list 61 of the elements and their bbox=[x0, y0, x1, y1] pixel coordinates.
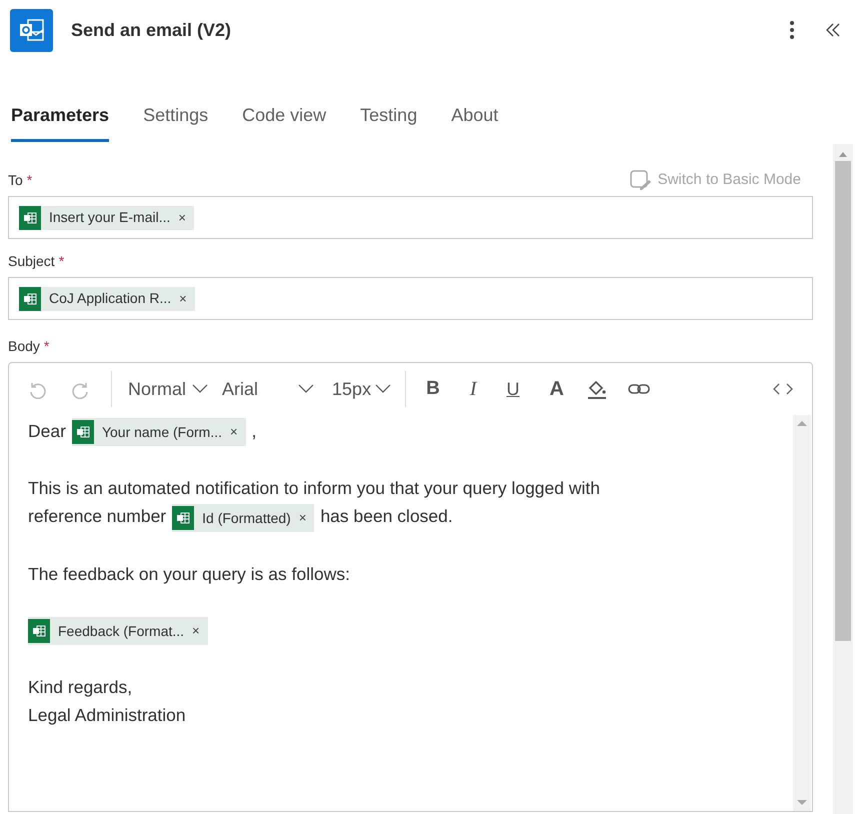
code-view-icon[interactable] bbox=[772, 382, 794, 396]
token-label: Insert your E-mail... bbox=[49, 208, 170, 227]
token-label: Id (Formatted) bbox=[202, 508, 291, 528]
tab[interactable]: Testing bbox=[360, 102, 418, 142]
excel-icon bbox=[28, 619, 50, 644]
body-text: reference number bbox=[28, 506, 166, 526]
body-text: The feedback on your query is as follows: bbox=[28, 564, 350, 584]
body-text: Kind regards, bbox=[28, 677, 132, 698]
excel-icon bbox=[172, 506, 194, 530]
dynamic-token[interactable]: Feedback (Format... × bbox=[28, 617, 208, 646]
underline-button[interactable]: U bbox=[506, 376, 520, 402]
field-label: Subject bbox=[8, 252, 55, 271]
style-dropdown[interactable]: Normal bbox=[128, 376, 208, 402]
font-color-button[interactable]: A bbox=[549, 374, 564, 404]
panel-scrollbar[interactable] bbox=[833, 144, 853, 814]
dynamic-token[interactable]: Id (Formatted) × bbox=[172, 504, 314, 532]
token-label: Your name (Form... bbox=[102, 423, 222, 442]
body-text: has been closed. bbox=[320, 506, 453, 526]
remove-token-button[interactable]: × bbox=[179, 288, 187, 308]
font-dropdown[interactable]: Arial bbox=[222, 376, 314, 402]
fill-color-icon[interactable] bbox=[586, 378, 608, 400]
collapse-panel-icon[interactable] bbox=[825, 22, 841, 38]
body-text: , bbox=[252, 421, 256, 441]
required-mark: * bbox=[44, 337, 50, 356]
required-mark: * bbox=[26, 171, 32, 190]
italic-button[interactable]: I bbox=[470, 374, 476, 404]
link-icon[interactable] bbox=[628, 382, 650, 396]
excel-icon bbox=[19, 286, 41, 310]
body-text: Dear bbox=[28, 421, 66, 441]
editor-scrollbar[interactable] bbox=[793, 415, 811, 811]
field-label: To bbox=[8, 171, 23, 190]
body-text: Legal Administration bbox=[28, 705, 186, 726]
body-text: This is an automated notification to inform you that your query logged with bbox=[28, 478, 600, 498]
tab[interactable]: Code view bbox=[242, 102, 326, 142]
tab[interactable]: Parameters bbox=[11, 102, 110, 142]
dynamic-token[interactable]: Insert your E-mail... × bbox=[19, 206, 194, 230]
dynamic-token[interactable]: CoJ Application R... × bbox=[19, 286, 195, 310]
required-mark: * bbox=[58, 252, 64, 271]
caret-icon bbox=[192, 384, 208, 394]
field-label: Body bbox=[8, 337, 40, 356]
remove-token-button[interactable]: × bbox=[178, 208, 186, 228]
token-field[interactable]: Insert your E-mail... × bbox=[8, 196, 813, 239]
remove-token-button[interactable]: × bbox=[230, 418, 238, 446]
tab[interactable]: Settings bbox=[143, 102, 208, 142]
size-dropdown[interactable]: 15px bbox=[332, 376, 392, 402]
caret-icon bbox=[298, 384, 314, 394]
token-label: Feedback (Format... bbox=[58, 622, 184, 642]
dynamic-token[interactable]: Your name (Form... × bbox=[72, 418, 246, 446]
edit-icon bbox=[630, 170, 652, 190]
panel-title: Send an email (V2) bbox=[71, 18, 232, 42]
excel-icon bbox=[72, 420, 94, 444]
token-field[interactable]: CoJ Application R... × bbox=[8, 277, 813, 320]
body-editor[interactable] bbox=[8, 362, 813, 812]
bold-button[interactable]: B bbox=[426, 374, 440, 404]
outlook-logo-icon bbox=[10, 8, 53, 52]
tab[interactable]: About bbox=[451, 102, 498, 142]
caret-icon bbox=[375, 384, 392, 394]
remove-token-button[interactable]: × bbox=[192, 617, 200, 646]
excel-icon bbox=[19, 206, 41, 230]
token-label: CoJ Application R... bbox=[49, 289, 172, 308]
remove-token-button[interactable]: × bbox=[298, 504, 306, 532]
